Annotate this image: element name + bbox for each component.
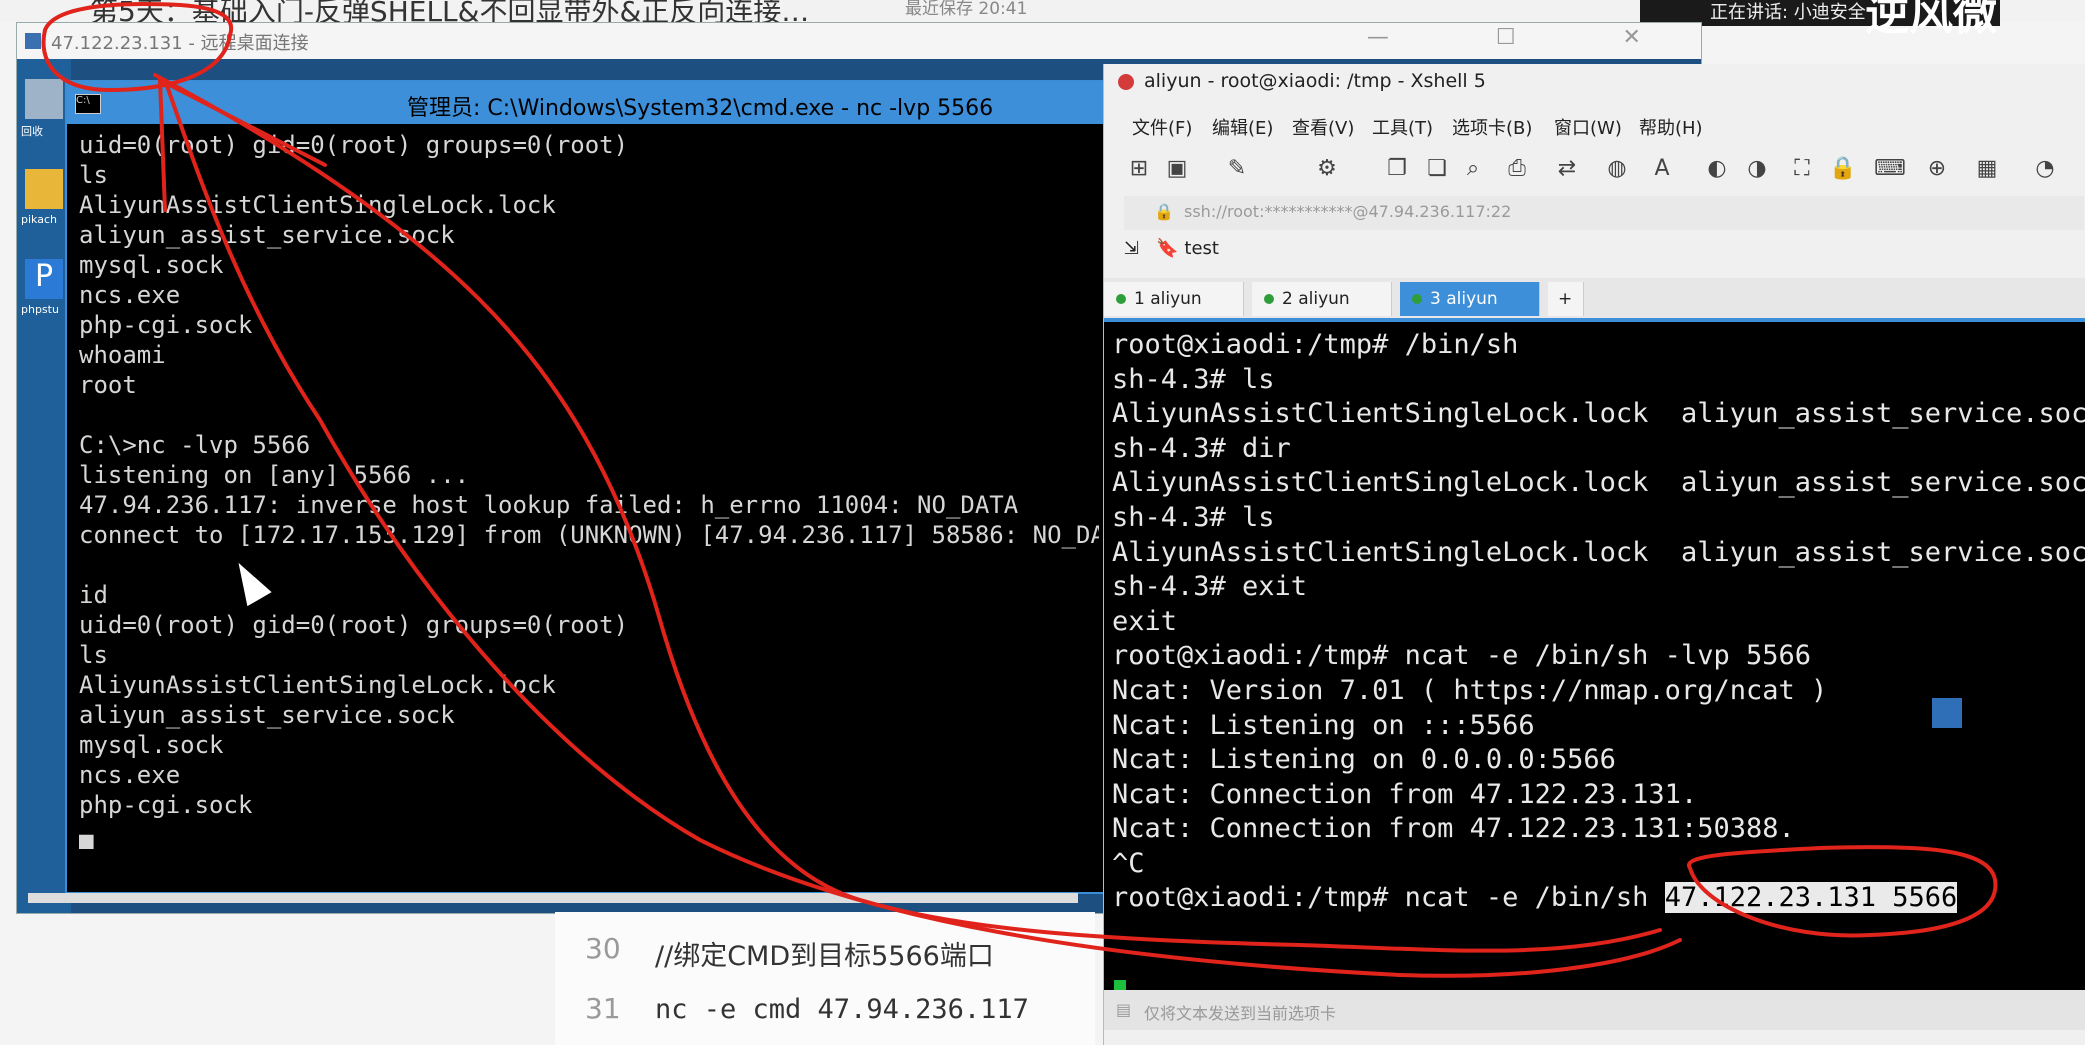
annotation-arrow-long bbox=[163, 78, 1682, 978]
annotation-circle-rdp-ip bbox=[41, 2, 234, 93]
annotation-arrow-tick bbox=[158, 78, 167, 212]
red-annotation-overlay bbox=[41, 2, 1998, 978]
annotation-circle-terminal-ip bbox=[1686, 845, 1998, 938]
annotation-arrow-head-1 bbox=[158, 78, 327, 167]
annotation-arrow-main bbox=[153, 73, 1662, 953]
